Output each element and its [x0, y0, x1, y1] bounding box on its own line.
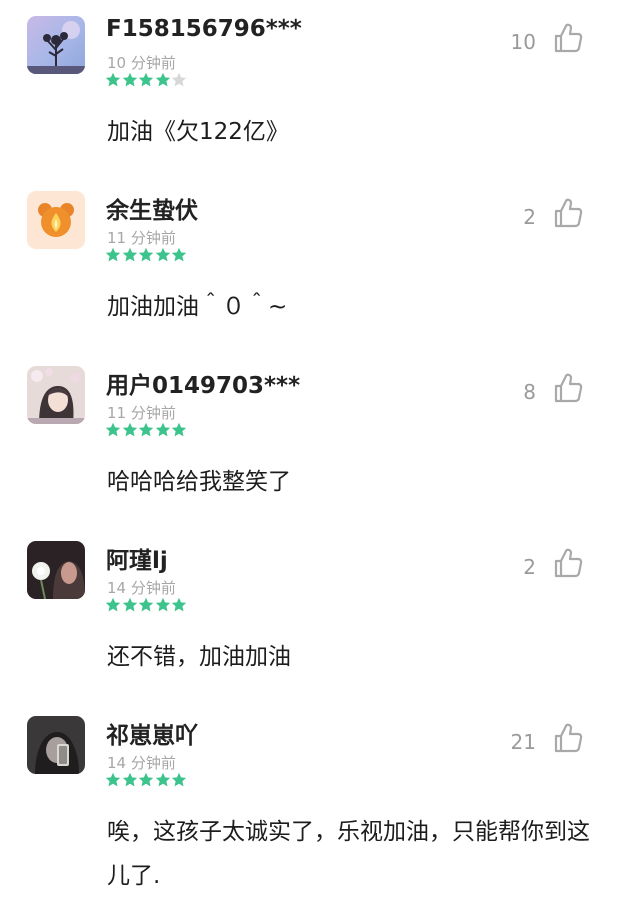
star-icon [171, 597, 187, 613]
star-icon [138, 597, 154, 613]
star-icon [105, 597, 121, 613]
star-icon [105, 72, 121, 88]
star-icon [155, 772, 171, 788]
comment-text: 加油《欠122亿》 [107, 119, 289, 145]
comment-text: 还不错，加油加油 [107, 644, 291, 670]
star-rating [105, 772, 188, 790]
comment-time: 11 分钟前 [107, 404, 176, 422]
thumbs-up-icon[interactable] [553, 197, 583, 229]
star-icon [155, 72, 171, 88]
star-icon [171, 72, 187, 88]
star-icon [138, 72, 154, 88]
star-icon [171, 422, 187, 438]
comment-text: 唉，这孩子太诚实了，乐视加油，只能帮你到这儿了. [107, 819, 590, 889]
star-icon [155, 247, 171, 263]
comment-item: 余生蛰伏 11 分钟前 2 加油加油＾０＾~ [0, 175, 618, 350]
avatar[interactable] [27, 716, 85, 774]
comment-time: 10 分钟前 [107, 54, 176, 72]
username[interactable]: 用户0149703*** [106, 366, 300, 400]
comment-item: 用户0149703*** 11 分钟前 8 哈哈哈给我整笑了 [0, 350, 618, 525]
like-count: 2 [523, 555, 536, 579]
comment-item: 祁崽崽吖 14 分钟前 21 唉，这孩子太诚实了，乐视加油，只能帮你到这儿了. [0, 700, 618, 900]
comment-item: 阿瑾lj 14 分钟前 2 还不错，加油加油 [0, 525, 618, 700]
comment-time: 11 分钟前 [107, 229, 176, 247]
username[interactable]: F158156796*** [106, 16, 302, 42]
avatar[interactable] [27, 366, 85, 424]
tree-sky-avatar [27, 16, 85, 74]
avatar[interactable] [27, 541, 85, 599]
username[interactable]: 阿瑾lj [106, 541, 168, 575]
star-icon [122, 247, 138, 263]
username[interactable]: 余生蛰伏 [106, 191, 198, 225]
thumbs-up-icon[interactable] [553, 722, 583, 754]
comment-text: 哈哈哈给我整笑了 [107, 469, 291, 495]
anime-girl-blossom-avatar [27, 366, 85, 424]
thumbs-up-icon[interactable] [553, 547, 583, 579]
star-icon [105, 247, 121, 263]
avatar[interactable] [27, 191, 85, 249]
comment-item: F158156796*** 10 分钟前 10 加油《欠122亿》 [0, 0, 618, 175]
star-icon [138, 247, 154, 263]
girl-phone-dark-avatar [27, 716, 85, 774]
star-icon [155, 422, 171, 438]
avatar[interactable] [27, 16, 85, 74]
like-count: 2 [523, 205, 536, 229]
star-icon [122, 597, 138, 613]
comment-time: 14 分钟前 [107, 754, 176, 772]
star-icon [105, 422, 121, 438]
thumbs-up-icon[interactable] [553, 22, 583, 54]
star-icon [122, 72, 138, 88]
star-icon [138, 772, 154, 788]
star-icon [105, 772, 121, 788]
star-rating [105, 597, 188, 615]
comment-text: 加油加油＾０＾~ [107, 294, 288, 320]
like-count: 21 [510, 730, 536, 754]
girl-flower-dark-avatar [27, 541, 85, 599]
star-rating [105, 247, 188, 265]
star-icon [138, 422, 154, 438]
like-count: 8 [523, 380, 536, 404]
thumbs-up-icon[interactable] [553, 372, 583, 404]
star-rating [105, 422, 188, 440]
comment-time: 14 分钟前 [107, 579, 176, 597]
star-icon [122, 422, 138, 438]
username[interactable]: 祁崽崽吖 [106, 716, 198, 750]
star-icon [171, 247, 187, 263]
star-icon [155, 597, 171, 613]
star-rating [105, 72, 188, 90]
like-count: 10 [510, 30, 536, 54]
star-icon [171, 772, 187, 788]
star-icon [122, 772, 138, 788]
comment-list: F158156796*** 10 分钟前 10 加油《欠122亿》 余生蛰伏 1… [0, 0, 618, 900]
orange-bear-avatar [27, 191, 85, 249]
